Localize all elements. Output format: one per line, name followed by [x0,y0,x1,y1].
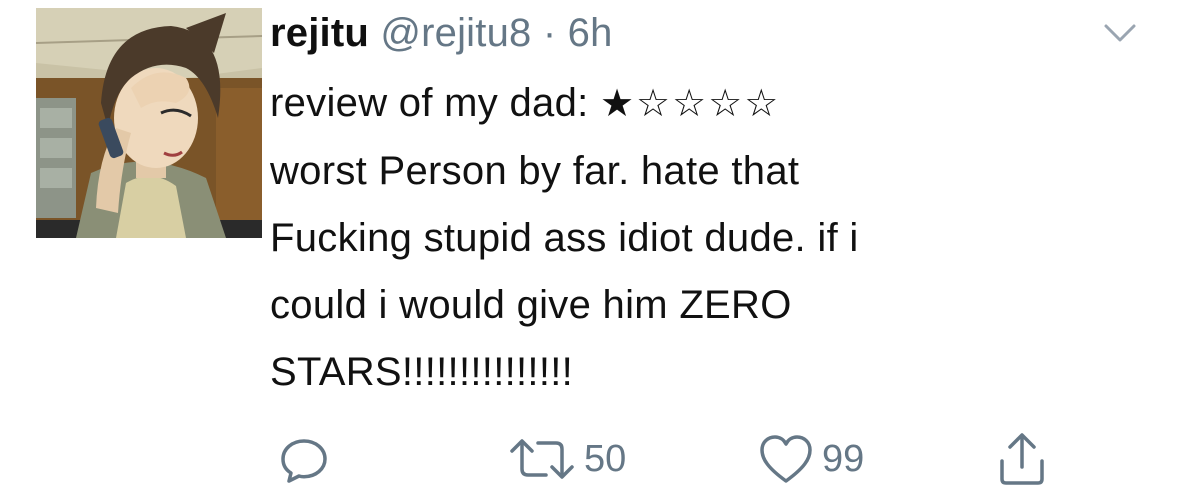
tweet-actions: 50 99 [0,424,1200,494]
like-button[interactable]: 99 [756,424,864,494]
tweet-line-text: review of my dad: [270,81,600,125]
tweet-line: Fucking stupid ass idiot dude. if i [270,216,859,260]
like-count: 99 [822,437,865,480]
reply-button[interactable] [276,424,338,494]
avatar[interactable] [36,8,262,238]
star-rating: ★☆☆☆☆ [599,83,781,125]
display-name[interactable]: rejitu [270,11,369,55]
share-button[interactable] [994,424,1056,494]
tweet-text: review of my dad: ★☆☆☆☆ worst Person by … [270,70,1170,406]
retweet-count: 50 [584,437,627,480]
reply-icon [276,431,332,487]
tweet-line: STARS!!!!!!!!!!!!!!! [270,350,574,394]
heart-icon [756,431,816,487]
user-handle[interactable]: @rejitu8 [380,11,531,55]
tweet-line: worst Person by far. hate that [270,149,800,193]
chevron-down-icon[interactable] [1096,16,1144,50]
retweet-button[interactable]: 50 [506,424,626,494]
tweet-header: rejitu @rejitu8 · 6h [270,6,613,60]
share-icon [994,429,1050,489]
retweet-icon [506,431,578,487]
tweet-line: could i would give him ZERO [270,283,792,327]
separator-dot: · [542,11,557,55]
timestamp[interactable]: 6h [568,11,613,55]
tweet-line: review of my dad: ★☆☆☆☆ [270,70,1170,138]
